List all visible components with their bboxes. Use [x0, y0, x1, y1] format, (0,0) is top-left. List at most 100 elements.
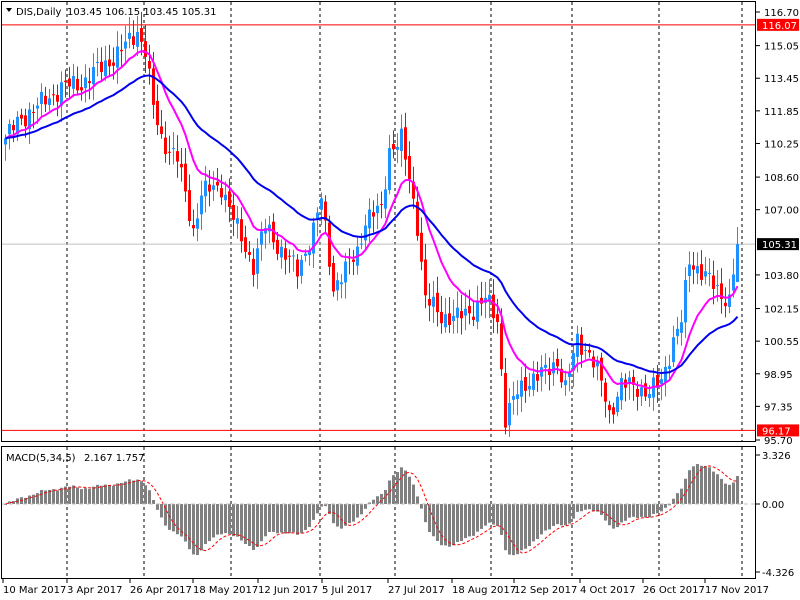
macd-bar: [364, 504, 367, 509]
time-tick-label: 18 May 2017: [193, 585, 258, 596]
time-tick-label: 26 Oct 2017: [643, 585, 705, 596]
macd-bar: [72, 485, 75, 504]
macd-bar: [220, 504, 223, 535]
bear-candle: [524, 377, 527, 391]
macd-bar: [56, 490, 59, 504]
bull-candle: [528, 385, 531, 390]
bear-candle: [228, 191, 231, 207]
price-level-label: 105.31: [762, 240, 797, 251]
macd-bar: [120, 483, 123, 504]
macd-bar: [228, 504, 231, 534]
macd-bar: [476, 504, 479, 532]
macd-bar: [532, 504, 535, 542]
bear-candle: [252, 258, 255, 275]
bull-candle: [620, 378, 623, 401]
dropdown-triangle-icon[interactable]: [6, 8, 12, 12]
price-chart[interactable]: 116.0796.17105.31116.70115.05113.45111.8…: [0, 0, 800, 600]
macd-bar: [584, 504, 587, 510]
macd-bar: [724, 483, 727, 504]
macd-bar: [140, 481, 143, 504]
macd-bar: [580, 504, 583, 512]
price-tick-label: 110.25: [764, 139, 799, 150]
macd-bar: [348, 504, 351, 524]
bear-candle: [164, 137, 167, 155]
bear-candle: [700, 264, 703, 280]
bull-candle: [256, 248, 259, 274]
macd-bar: [224, 504, 227, 534]
macd-bar: [536, 504, 539, 539]
bear-candle: [208, 184, 211, 192]
macd-bar: [544, 504, 547, 531]
macd-bar: [188, 504, 191, 550]
macd-bar: [704, 466, 707, 504]
bear-candle: [404, 127, 407, 160]
macd-bar: [512, 504, 515, 556]
bull-candle: [320, 198, 323, 210]
macd-bar: [284, 504, 287, 534]
macd-bar: [256, 504, 259, 547]
bear-candle: [500, 323, 503, 370]
bull-candle: [376, 205, 379, 214]
macd-bar: [68, 486, 71, 504]
bear-candle: [168, 151, 171, 153]
bull-candle: [516, 394, 519, 400]
macd-bar: [528, 504, 531, 547]
macd-bar: [316, 504, 319, 514]
bear-candle: [276, 239, 279, 254]
price-tick-label: 100.55: [764, 337, 799, 348]
macd-bar: [388, 480, 391, 504]
macd-bar: [716, 474, 719, 504]
macd-bar: [160, 504, 163, 518]
bear-candle: [132, 36, 135, 45]
macd-bar: [308, 504, 311, 528]
macd-bar: [540, 504, 543, 535]
price-tick-label: 116.70: [764, 8, 799, 19]
bull-candle: [360, 243, 363, 245]
time-tick-label: 17 Nov 2017: [705, 585, 769, 596]
bull-candle: [680, 322, 683, 333]
bull-candle: [92, 67, 95, 85]
macd-bar: [440, 504, 443, 546]
bull-candle: [688, 264, 691, 276]
macd-bar: [436, 504, 439, 541]
bull-candle: [212, 185, 215, 190]
bull-candle: [72, 75, 75, 89]
bear-candle: [448, 313, 451, 325]
bear-candle: [352, 259, 355, 262]
macd-bar: [424, 504, 427, 523]
bear-candle: [556, 358, 559, 367]
macd-bar: [548, 504, 551, 530]
time-tick-label: 18 Aug 2017: [452, 585, 516, 596]
bear-candle: [408, 155, 411, 180]
bear-candle: [492, 294, 495, 319]
macd-bar: [504, 504, 507, 551]
bull-candle: [508, 402, 511, 426]
macd-bar: [196, 504, 199, 556]
slow-ma-line: [5, 74, 739, 375]
macd-bar: [136, 479, 139, 504]
bear-candle: [180, 163, 183, 168]
bear-candle: [148, 60, 151, 69]
bull-candle: [60, 82, 63, 106]
macd-bar: [692, 466, 695, 504]
macd-bar: [392, 475, 395, 504]
macd-bar: [212, 504, 215, 538]
price-level-label: 116.07: [762, 21, 797, 32]
macd-bar: [116, 483, 119, 504]
bear-candle: [296, 259, 299, 277]
bull-candle: [128, 32, 131, 39]
macd-bar: [464, 504, 467, 539]
bull-candle: [676, 328, 679, 337]
bull-candle: [300, 259, 303, 276]
macd-bar: [500, 504, 503, 535]
macd-bar: [172, 504, 175, 532]
bull-candle: [476, 301, 479, 322]
bull-candle: [116, 46, 119, 68]
bear-candle: [604, 382, 607, 402]
time-tick-label: 27 Jul 2017: [388, 585, 445, 596]
bull-candle: [512, 396, 515, 400]
bull-candle: [584, 349, 587, 351]
price-tick-label: 113.45: [764, 74, 799, 85]
macd-bar: [176, 504, 179, 535]
bear-candle: [284, 248, 287, 260]
